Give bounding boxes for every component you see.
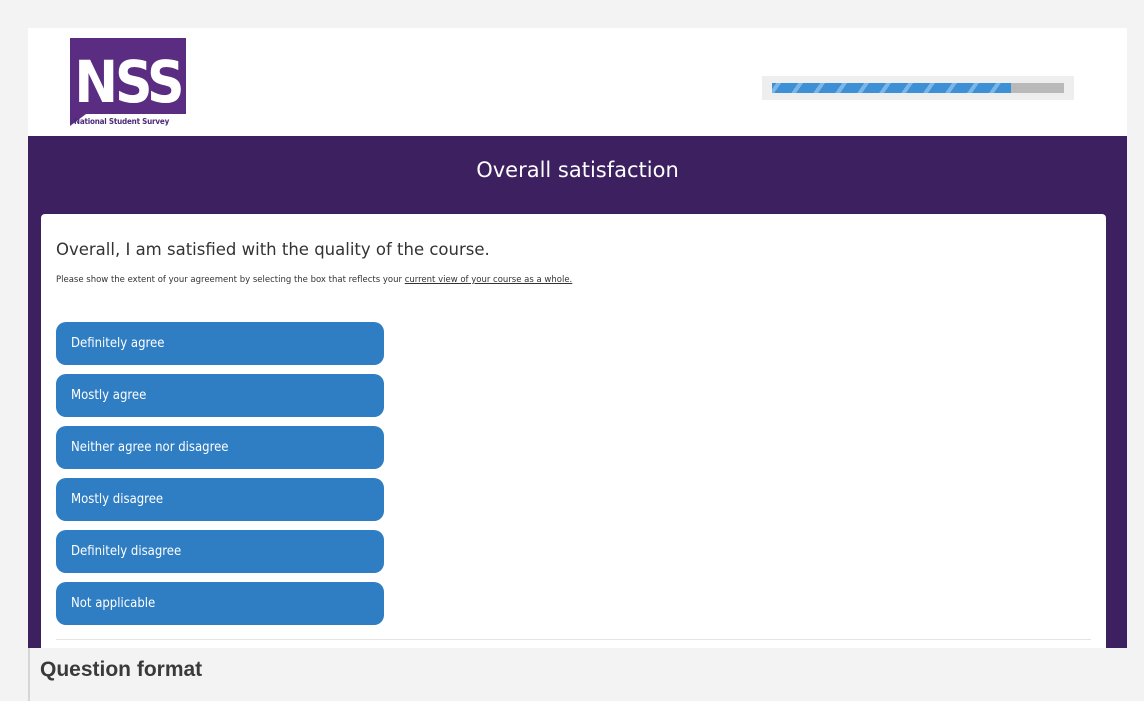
option-mostly-agree[interactable]: Mostly agree bbox=[56, 374, 384, 417]
question-text: Overall, I am satisfied with the quality… bbox=[56, 240, 490, 259]
question-instructions: Please show the extent of your agreement… bbox=[56, 275, 572, 285]
section-banner: Overall satisfaction Overall, I am satis… bbox=[28, 136, 1127, 648]
instruction-emphasis: current view of your course as a whole. bbox=[404, 275, 573, 285]
figure-caption: Question format bbox=[40, 658, 203, 681]
nss-logo-mark: NSS bbox=[70, 38, 186, 126]
question-card: Overall, I am satisfied with the quality… bbox=[41, 214, 1106, 648]
card-divider bbox=[56, 639, 1091, 640]
answer-options: Definitely agree Mostly agree Neither ag… bbox=[56, 322, 384, 634]
instruction-text: Please show the extent of your agreement… bbox=[56, 275, 405, 285]
option-not-applicable[interactable]: Not applicable bbox=[56, 582, 384, 625]
nss-logo: NSS National Student Survey bbox=[66, 32, 190, 128]
progress-track bbox=[772, 83, 1064, 93]
option-definitely-disagree[interactable]: Definitely disagree bbox=[56, 530, 384, 573]
option-definitely-agree[interactable]: Definitely agree bbox=[56, 322, 384, 365]
progress-bar bbox=[762, 76, 1074, 100]
logo-subtitle: National Student Survey bbox=[74, 117, 170, 126]
section-title: Overall satisfaction bbox=[476, 158, 679, 182]
survey-screenshot: NSS National Student Survey Overall sati… bbox=[28, 28, 1127, 648]
logo-mark-text: NSS bbox=[74, 48, 181, 116]
progress-fill bbox=[772, 83, 1011, 93]
caption-rule bbox=[28, 648, 30, 701]
option-mostly-disagree[interactable]: Mostly disagree bbox=[56, 478, 384, 521]
header: NSS National Student Survey bbox=[28, 28, 1127, 136]
option-neither-agree-nor-disagree[interactable]: Neither agree nor disagree bbox=[56, 426, 384, 469]
caption-bar: Question format bbox=[0, 648, 1144, 701]
